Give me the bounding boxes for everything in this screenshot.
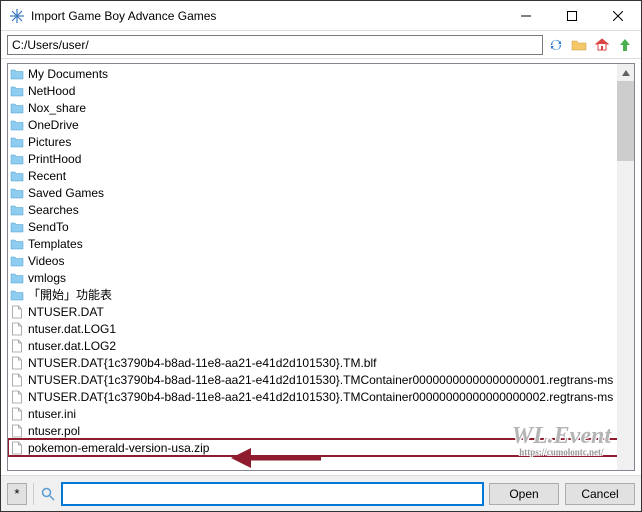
list-item[interactable]: PrintHood: [8, 150, 634, 167]
file-name-label: Pictures: [28, 135, 71, 149]
scrollbar-track[interactable]: [617, 64, 634, 470]
file-list: My Documents NetHood Nox_share OneDrive Pict…: [7, 63, 635, 471]
folder-icon: [10, 152, 24, 166]
list-item[interactable]: ntuser.pol: [8, 422, 634, 439]
list-item[interactable]: NTUSER.DAT{1c3790b4-b8ad-11e8-aa21-e41d2…: [8, 354, 634, 371]
file-name-label: Templates: [28, 237, 83, 251]
file-name-label: Searches: [28, 203, 79, 217]
list-item[interactable]: ntuser.dat.LOG2: [8, 337, 634, 354]
file-name-label: ntuser.ini: [28, 407, 76, 421]
separator: [33, 483, 34, 505]
file-name-label: ntuser.dat.LOG1: [28, 322, 116, 336]
list-item[interactable]: ntuser.ini: [8, 405, 634, 422]
file-name-label: SendTo: [28, 220, 69, 234]
list-item[interactable]: Videos: [8, 252, 634, 269]
search-icon: [40, 486, 56, 502]
folder-icon: [10, 220, 24, 234]
list-item[interactable]: Templates: [8, 235, 634, 252]
list-item[interactable]: Saved Games: [8, 184, 634, 201]
file-icon: [10, 390, 24, 404]
file-icon: [10, 441, 24, 455]
list-item[interactable]: pokemon-emerald-version-usa.zip: [8, 439, 634, 456]
list-item[interactable]: SendTo: [8, 218, 634, 235]
folder-icon: [10, 288, 24, 302]
folder-open-icon[interactable]: [569, 35, 589, 55]
list-item[interactable]: NTUSER.DAT{1c3790b4-b8ad-11e8-aa21-e41d2…: [8, 388, 634, 405]
file-icon: [10, 356, 24, 370]
list-item[interactable]: ntuser.dat.LOG1: [8, 320, 634, 337]
folder-icon: [10, 169, 24, 183]
file-name-label: OneDrive: [28, 118, 79, 132]
file-icon: [10, 373, 24, 387]
folder-icon: [10, 203, 24, 217]
file-name-label: NTUSER.DAT{1c3790b4-b8ad-11e8-aa21-e41d2…: [28, 373, 613, 387]
file-name-label: My Documents: [28, 67, 108, 81]
list-item[interactable]: vmlogs: [8, 269, 634, 286]
file-name-label: ntuser.dat.LOG2: [28, 339, 116, 353]
file-name-label: Saved Games: [28, 186, 104, 200]
file-name-label: vmlogs: [28, 271, 66, 285]
list-item[interactable]: NetHood: [8, 82, 634, 99]
scroll-up-button[interactable]: [617, 64, 634, 81]
path-input[interactable]: [7, 35, 543, 55]
favorite-button[interactable]: *: [7, 483, 27, 505]
file-name-label: Recent: [28, 169, 66, 183]
folder-icon: [10, 67, 24, 81]
close-button[interactable]: [595, 1, 641, 31]
file-name-label: ntuser.pol: [28, 424, 80, 438]
app-icon: [9, 8, 25, 24]
folder-icon: [10, 237, 24, 251]
scrollbar-thumb[interactable]: [617, 81, 634, 161]
file-icon: [10, 305, 24, 319]
folder-icon: [10, 84, 24, 98]
window-title: Import Game Boy Advance Games: [31, 9, 503, 23]
list-item[interactable]: Pictures: [8, 133, 634, 150]
file-name-label: Nox_share: [28, 101, 86, 115]
minimize-button[interactable]: [503, 1, 549, 31]
list-item[interactable]: My Documents: [8, 65, 634, 82]
folder-icon: [10, 135, 24, 149]
maximize-button[interactable]: [549, 1, 595, 31]
list-item[interactable]: Recent: [8, 167, 634, 184]
file-name-label: NetHood: [28, 84, 75, 98]
file-name-label: NTUSER.DAT{1c3790b4-b8ad-11e8-aa21-e41d2…: [28, 390, 613, 404]
refresh-icon[interactable]: [546, 35, 566, 55]
list-item[interactable]: NTUSER.DAT{1c3790b4-b8ad-11e8-aa21-e41d2…: [8, 371, 634, 388]
folder-icon: [10, 271, 24, 285]
file-name-label: PrintHood: [28, 152, 81, 166]
bottom-bar: * Open Cancel: [1, 475, 641, 511]
cancel-button[interactable]: Cancel: [565, 483, 635, 505]
filename-input[interactable]: [62, 483, 483, 505]
file-icon: [10, 322, 24, 336]
file-name-label: NTUSER.DAT: [28, 305, 104, 319]
titlebar: Import Game Boy Advance Games: [1, 1, 641, 31]
folder-icon: [10, 118, 24, 132]
folder-icon: [10, 186, 24, 200]
file-name-label: NTUSER.DAT{1c3790b4-b8ad-11e8-aa21-e41d2…: [28, 356, 376, 370]
list-item[interactable]: NTUSER.DAT: [8, 303, 634, 320]
file-name-label: 「開始」功能表: [28, 286, 112, 303]
list-item[interactable]: OneDrive: [8, 116, 634, 133]
list-item[interactable]: 「開始」功能表: [8, 286, 634, 303]
home-icon[interactable]: [592, 35, 612, 55]
list-item[interactable]: Searches: [8, 201, 634, 218]
folder-icon: [10, 101, 24, 115]
open-button[interactable]: Open: [489, 483, 559, 505]
up-arrow-icon[interactable]: [615, 35, 635, 55]
file-icon: [10, 424, 24, 438]
folder-icon: [10, 254, 24, 268]
file-icon: [10, 407, 24, 421]
file-icon: [10, 339, 24, 353]
file-name-label: pokemon-emerald-version-usa.zip: [28, 441, 209, 455]
file-name-label: Videos: [28, 254, 64, 268]
toolbar: [1, 31, 641, 59]
list-item[interactable]: Nox_share: [8, 99, 634, 116]
